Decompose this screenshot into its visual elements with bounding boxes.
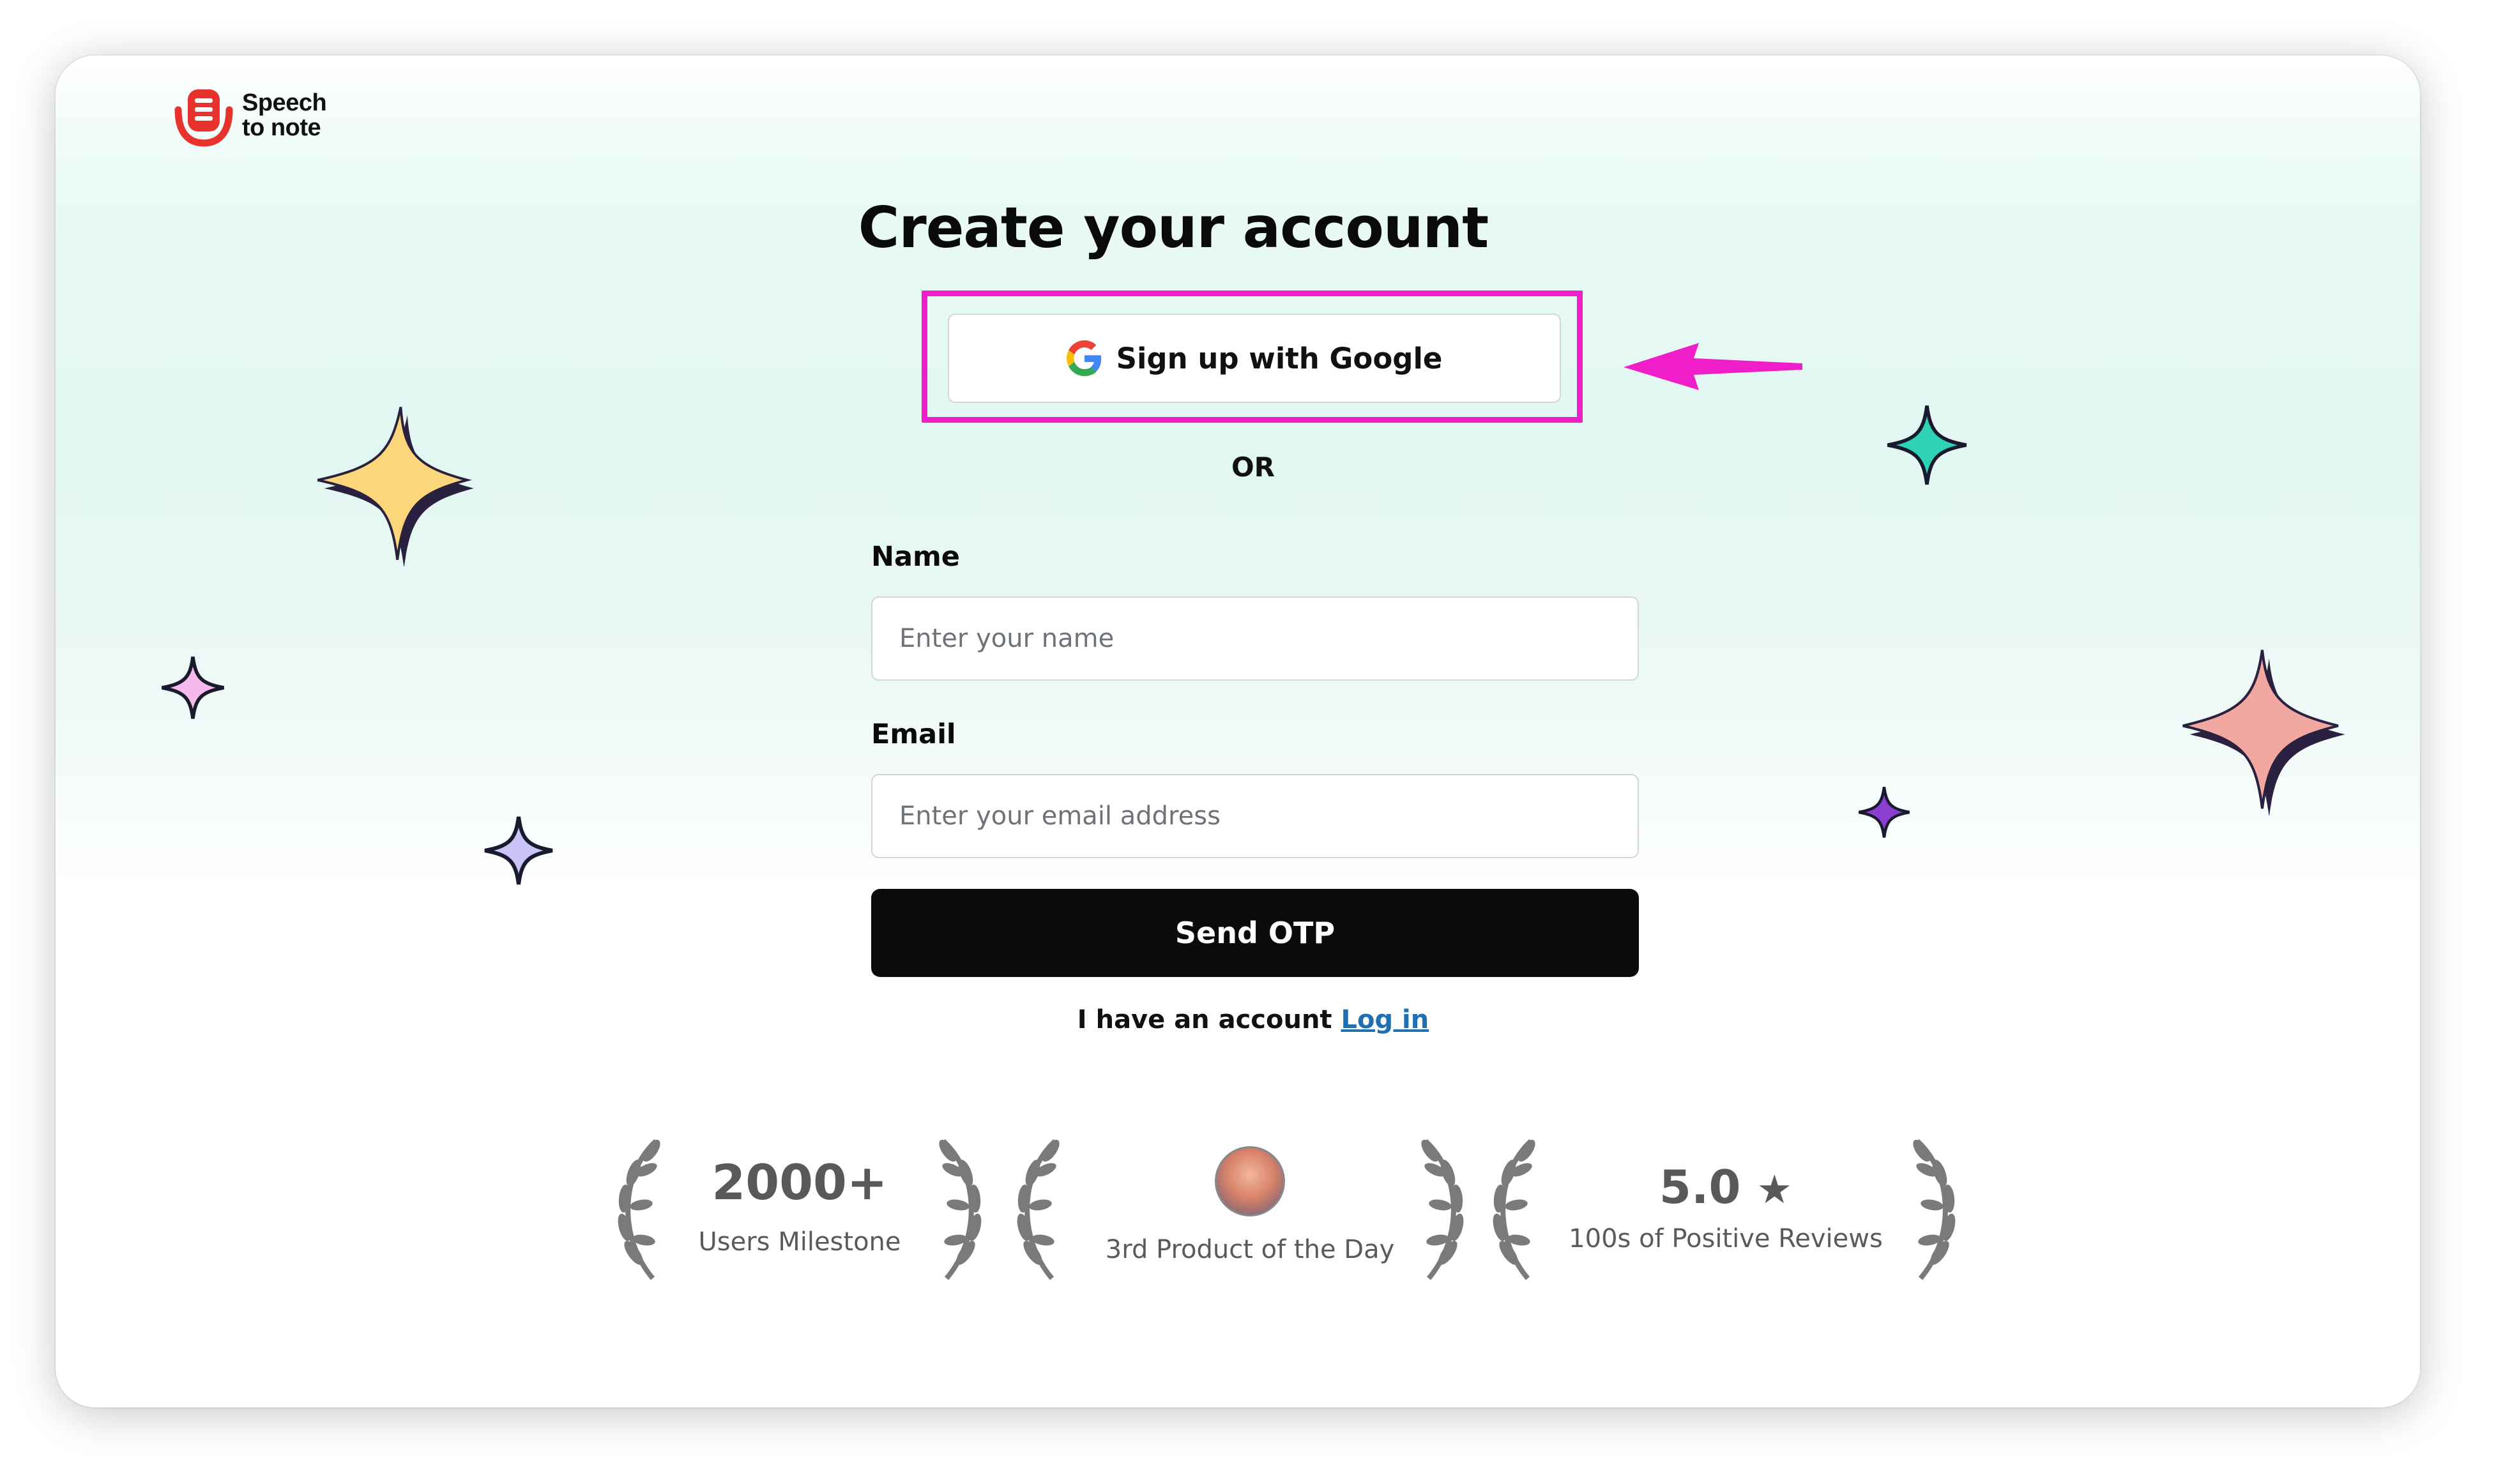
app-window: Speech to note Create your account Sign … [56,56,2420,1407]
lightpink-sparkle-icon [162,656,224,719]
users-caption: Users Milestone [698,1227,901,1257]
reviews-caption: 100s of Positive Reviews [1569,1224,1883,1253]
or-divider: OR [1231,451,1275,483]
name-input[interactable] [871,596,1639,681]
product-hunt-avatar [1215,1146,1285,1216]
page-title: Create your account [858,195,1489,261]
reviews-badge: 5.0 ★ 100s of Positive Reviews [1477,1135,1975,1326]
rating-value-row: 5.0 ★ [1541,1160,1911,1214]
speech-to-note-logo-icon [174,89,233,147]
pink-sparkle-icon [2182,649,2345,815]
laurel-left-icon [1493,1139,1535,1280]
email-input[interactable] [871,774,1639,858]
google-icon [1066,340,1101,376]
brand-name-line1: Speech [242,89,327,116]
laurel-right-icon [1913,1139,1956,1280]
login-prompt: I have an account Log in [1014,1005,1493,1034]
email-label: Email [871,718,956,750]
brand-logo[interactable]: Speech to note [171,84,362,155]
star-icon: ★ [1756,1166,1793,1213]
google-signup-button[interactable]: Sign up with Google [948,314,1561,403]
annotation-arrow-icon [1624,343,1802,390]
brand-name-line2: to note [242,114,321,141]
rating-value: 5.0 [1659,1160,1741,1214]
laurel-left-icon [1017,1139,1060,1280]
account-prompt-text: I have an account [1077,1005,1332,1034]
laurel-right-icon [1421,1139,1464,1280]
send-otp-button[interactable]: Send OTP [871,889,1639,977]
lavender-sparkle-icon [484,816,553,885]
google-signup-label: Sign up with Google [1116,341,1443,375]
teal-sparkle-icon [1887,405,1967,485]
users-count: 2000+ [712,1154,888,1211]
brand-name: Speech to note [242,91,363,140]
laurel-right-icon [939,1139,982,1280]
product-of-day-badge: 3rd Product of the Day [1001,1135,1499,1326]
name-label: Name [871,541,960,573]
users-milestone-badge: 2000+ Users Milestone [602,1135,998,1326]
login-link[interactable]: Log in [1341,1005,1429,1034]
yellow-sparkle-icon [317,406,474,566]
product-of-day-caption: 3rd Product of the Day [1105,1235,1395,1264]
purple-sparkle-icon [1858,787,1910,838]
